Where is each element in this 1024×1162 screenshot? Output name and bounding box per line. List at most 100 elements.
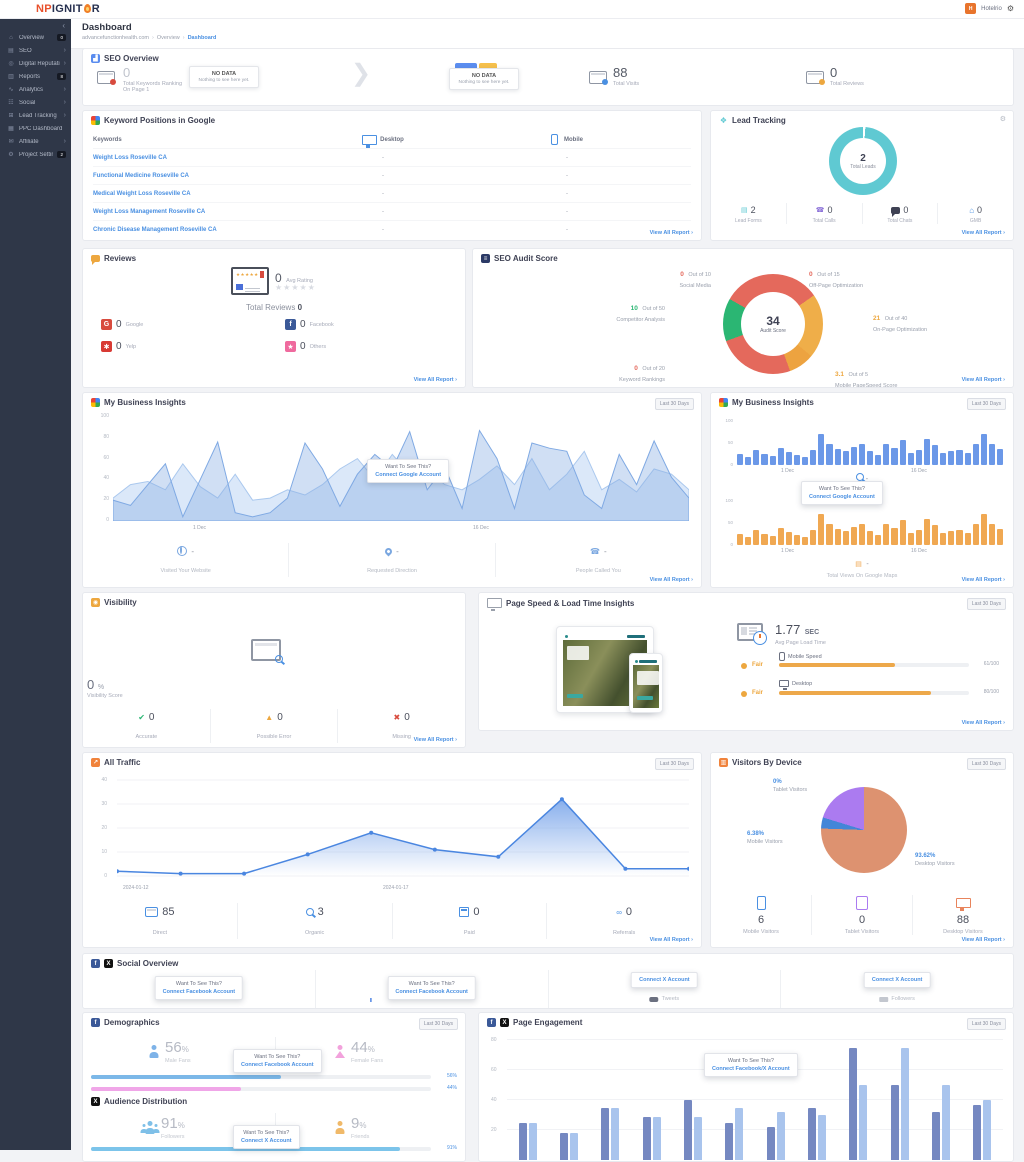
label: Social Media <box>631 283 711 290</box>
requested-direction-stat: -Requested Direction <box>288 543 494 577</box>
view-all-report-link[interactable]: View All Report › <box>414 377 457 383</box>
view-all-report-link[interactable]: View All Report › <box>962 577 1005 583</box>
stat-label: Direct <box>153 930 167 936</box>
tick: 50 <box>717 520 733 525</box>
sidebar-item-seo[interactable]: ▤SEO› <box>0 44 71 57</box>
keyword-link[interactable]: Chronic Disease Management Roseville CA <box>93 227 323 233</box>
connect-x-tooltip: Connect X Account <box>864 972 931 988</box>
x-icon: X <box>104 959 113 968</box>
card-title: My Business Insights <box>732 398 814 407</box>
connect-facebook-link[interactable]: Connect Facebook Account <box>395 989 468 995</box>
stat-value: 0 <box>863 203 938 217</box>
table-row: Weight Loss Management Roseville CA-- <box>93 203 691 221</box>
paid-stat: 0Paid <box>392 903 547 939</box>
keyword-link[interactable]: Medical Weight Loss Roseville CA <box>93 191 323 197</box>
view-all-report-link[interactable]: View All Report › <box>962 937 1005 943</box>
project-setting-icon: ⚙ <box>7 151 15 158</box>
user-menu[interactable]: H Hotelrio ⚙ <box>965 3 1014 14</box>
desktop-rank: - <box>323 155 443 161</box>
view-all-report-link[interactable]: View All Report › <box>962 230 1005 236</box>
sidebar-item-social[interactable]: ☷Social› <box>0 96 71 109</box>
badge-mark <box>819 79 825 85</box>
tick: 100 <box>91 413 109 419</box>
connect-facebook-link[interactable]: Connect Facebook Account <box>241 1062 314 1068</box>
reports-icon: ▥ <box>7 73 15 80</box>
device-pie-chart <box>821 787 907 873</box>
connect-fbx-link[interactable]: Connect Facebook/X Account <box>712 1066 790 1072</box>
chevron-divider-icon: ❯ <box>351 59 371 88</box>
value: 0 <box>277 712 283 723</box>
sidebar-label: Affiliate <box>19 139 60 145</box>
sidebar-item-affiliate[interactable]: ✉Affiliate› <box>0 135 71 148</box>
load-time-unit: SEC <box>805 629 819 636</box>
sidebar-collapse-icon[interactable]: ‹ <box>0 18 71 31</box>
yelp-icon: ✱ <box>101 341 112 352</box>
x-axis-label: 16 Dec <box>473 525 489 531</box>
user-name[interactable]: Hotelrio <box>981 6 1002 12</box>
value: 91 <box>161 1115 178 1132</box>
connect-google-link[interactable]: Connect Google Account <box>375 472 441 478</box>
total-leads-label: Total Leads <box>850 164 876 170</box>
view-all-report-link[interactable]: View All Report › <box>650 230 693 236</box>
google-icon: G <box>101 319 112 330</box>
percent: 9% <box>351 1115 366 1132</box>
keywords-ranking-icon <box>97 71 115 84</box>
friends-icon <box>335 1121 345 1134</box>
sidebar-item-reports[interactable]: ▥Reports8 <box>0 70 71 83</box>
no-data-title: NO DATA <box>192 71 256 77</box>
value: 0 <box>473 906 479 918</box>
view-all-report-link[interactable]: View All Report › <box>650 577 693 583</box>
view-all-report-link[interactable]: View All Report › <box>650 937 693 943</box>
sidebar-item-project-setting[interactable]: ⚙Project Setting2 <box>0 148 71 161</box>
sidebar-item-lead-tracking[interactable]: ⊞Lead Tracking› <box>0 109 71 122</box>
load-time: 1.77 SECAvg Page Load Time <box>775 621 826 646</box>
view-all-report-link[interactable]: View All Report › <box>962 377 1005 383</box>
overview-icon: ⌂ <box>7 35 15 41</box>
card-header: ≡SEO Audit Score <box>481 254 558 263</box>
value: 0 <box>149 712 155 723</box>
page-header: Dashboard advancefunctionhealth.com › Ov… <box>71 18 1024 49</box>
connect-facebook-link[interactable]: Connect Facebook Account <box>163 989 236 995</box>
browser-icon <box>145 907 158 917</box>
tick: 40 <box>91 475 109 481</box>
keyword-link[interactable]: Weight Loss Management Roseville CA <box>93 209 323 215</box>
card-settings-icon[interactable]: ⚙ <box>1000 115 1006 123</box>
keywords-ranking-value: 0 <box>123 65 130 80</box>
sidebar-item-overview[interactable]: ⌂Overview0 <box>0 31 71 44</box>
flame-icon <box>84 4 91 13</box>
connect-x-link[interactable]: Connect X Account <box>241 1138 292 1144</box>
view-all-label: View All Report <box>962 720 1002 726</box>
source-label: Others <box>310 344 327 350</box>
doc-icon: ▤ <box>855 561 862 568</box>
sidebar-item-ppc-dashboard[interactable]: ▦PPC Dashboard <box>0 122 71 135</box>
desktop-rank: - <box>323 227 443 233</box>
connect-x-link[interactable]: Connect X Account <box>872 977 923 983</box>
tick: 0 <box>717 462 733 467</box>
all-traffic-card: ↗All Traffic Last 30 Days 010203040 2024… <box>82 752 702 948</box>
value: 6 <box>758 914 764 926</box>
view-all-report-link[interactable]: View All Report › <box>962 720 1005 726</box>
sidebar-item-analytics[interactable]: ∿Analytics› <box>0 83 71 96</box>
donut-center: 34 Audit Score <box>741 292 805 356</box>
keyword-link[interactable]: Functional Medicine Roseville CA <box>93 173 323 179</box>
card-header: ◉Visibility <box>91 598 137 607</box>
label: Female Fans <box>351 1058 383 1064</box>
keyword-link[interactable]: Weight Loss Roseville CA <box>93 155 323 161</box>
sidebar-item-digital-reputation[interactable]: ◎Digital Reputation› <box>0 57 71 70</box>
status-text: Fair <box>752 662 763 668</box>
breadcrumb-site[interactable]: advancefunctionhealth.com <box>82 35 149 41</box>
view-all-report-link[interactable]: View All Report › <box>414 737 457 743</box>
connect-google-link[interactable]: Connect Google Account <box>809 494 875 500</box>
breadcrumb-overview[interactable]: Overview <box>157 35 180 41</box>
connect-x-link[interactable]: Connect X Account <box>639 977 690 983</box>
stat-label: Lead Forms <box>711 218 786 224</box>
donut-center: 2 Total Leads <box>840 138 886 184</box>
tooltip-text: Want To See This? <box>712 1058 790 1064</box>
avatar[interactable]: H <box>965 3 976 14</box>
percent: 93.62% <box>915 853 955 861</box>
website-phone-preview <box>629 653 663 713</box>
card-header: Keyword Positions in Google <box>91 116 215 125</box>
card-title: Page Speed & Load Time Insights <box>506 599 634 608</box>
male-bar-label: 56% <box>447 1073 457 1079</box>
settings-gear-icon[interactable]: ⚙ <box>1007 5 1014 13</box>
